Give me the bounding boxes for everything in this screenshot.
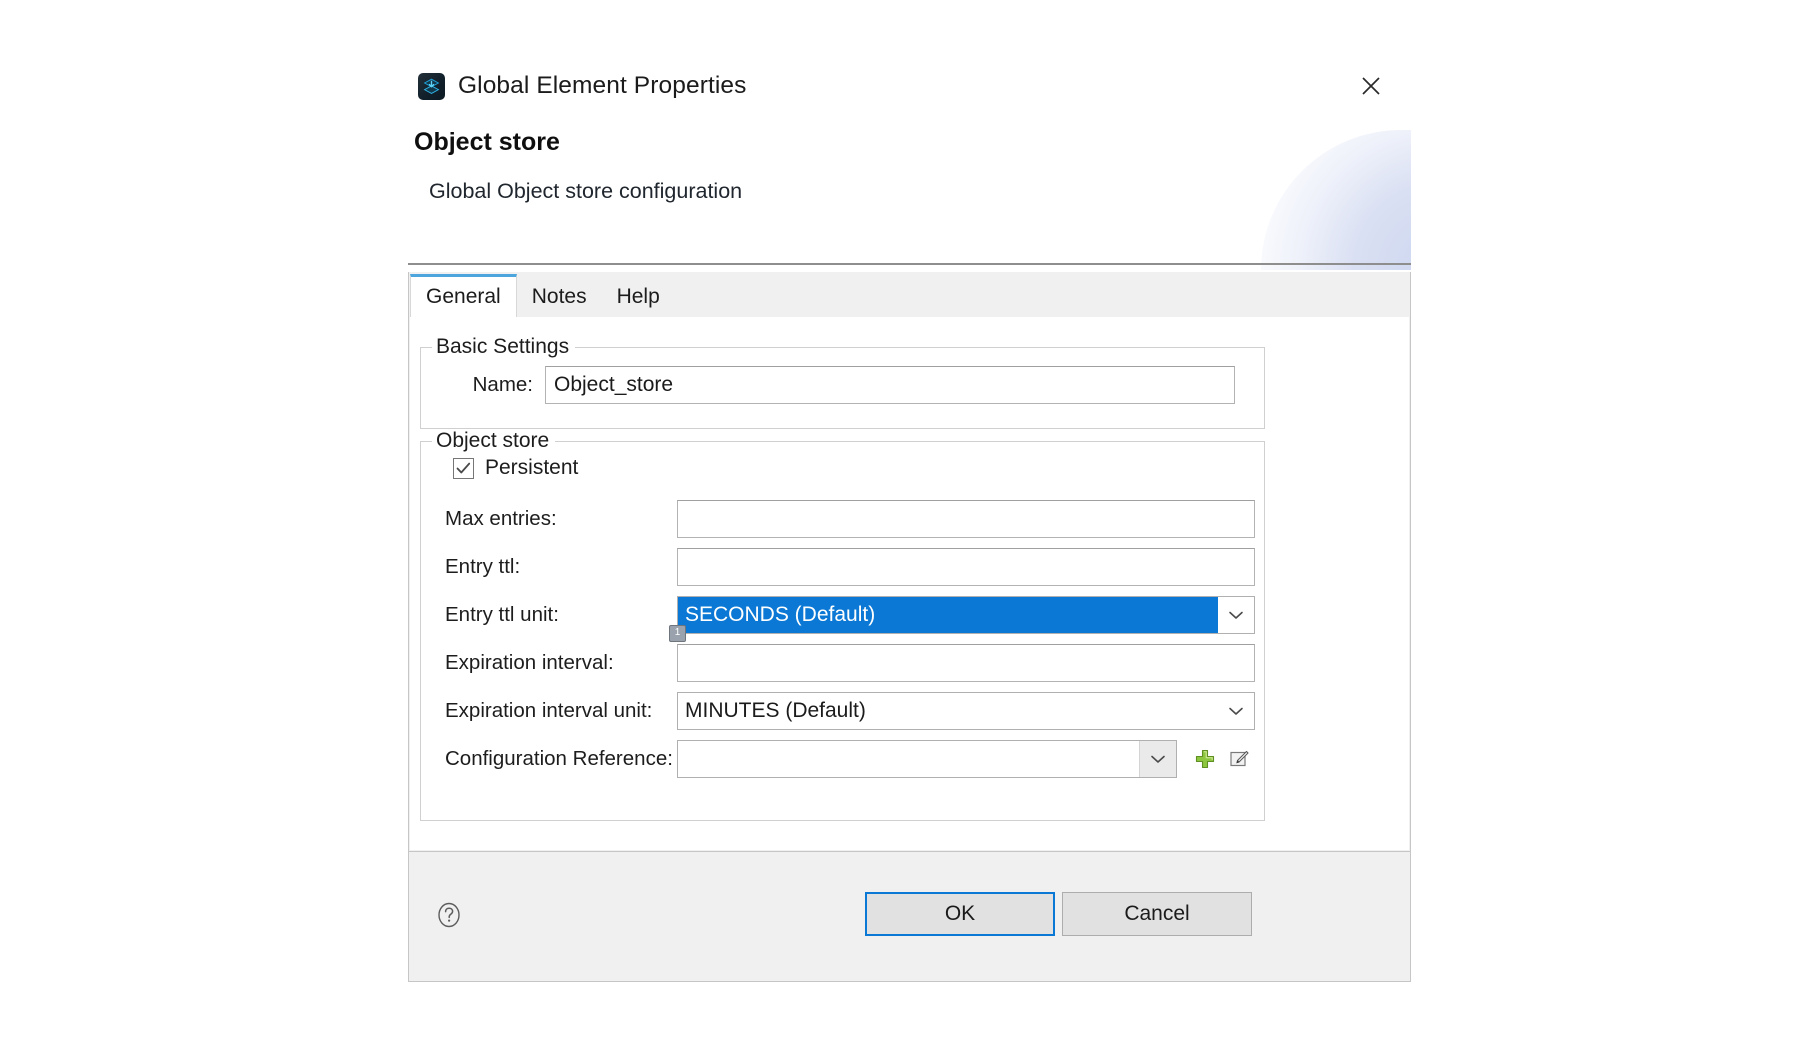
page-title: Object store: [414, 128, 560, 156]
object-store-icon: [418, 72, 445, 100]
tab-folder: General Notes Help Basic Settings Name: …: [408, 272, 1411, 852]
basic-settings-group-title: Basic Settings: [432, 335, 576, 359]
expiration-interval-unit-value: MINUTES (Default): [685, 699, 866, 722]
dialog-header: Global Element Properties Object store G…: [408, 0, 1411, 272]
persistent-label: Persistent: [485, 456, 579, 479]
entry-ttl-row: Entry ttl:: [445, 548, 1255, 586]
entry-ttl-unit-value: SECONDS (Default): [678, 597, 1218, 633]
entry-ttl-label: Entry ttl:: [445, 555, 521, 578]
name-label: Name:: [472, 373, 533, 396]
persistent-checkbox[interactable]: [453, 457, 474, 479]
page-subtitle: Global Object store configuration: [429, 179, 743, 203]
header-divider: [408, 263, 1411, 265]
configuration-reference-row: Configuration Reference:: [445, 740, 1253, 778]
expiration-interval-unit-row: Expiration interval unit: MINUTES (Defau…: [445, 692, 1255, 730]
expiration-interval-row: Expiration interval:: [445, 644, 1255, 682]
entry-ttl-unit-combo[interactable]: SECONDS (Default) 1: [669, 596, 1255, 642]
object-store-group-title: Object store: [432, 429, 556, 453]
entry-ttl-unit-row: Entry ttl unit: SECONDS (Default) 1: [445, 596, 1255, 642]
object-store-group: Object store Persistent Max entries: Ent…: [420, 429, 1265, 821]
expiration-interval-input[interactable]: [677, 644, 1255, 682]
plus-icon[interactable]: [1191, 745, 1219, 773]
chevron-down-icon[interactable]: [1218, 693, 1254, 729]
edit-icon[interactable]: [1225, 745, 1253, 773]
entry-ttl-unit-decorator-badge: 1: [669, 625, 686, 642]
tab-bar: General Notes Help: [409, 272, 1410, 317]
max-entries-label: Max entries:: [445, 507, 557, 530]
chevron-down-icon[interactable]: [1139, 741, 1176, 777]
basic-settings-group: Basic Settings Name:: [420, 335, 1265, 429]
name-row: Name:: [421, 366, 1264, 404]
ok-button[interactable]: OK: [865, 892, 1055, 936]
expiration-interval-label: Expiration interval:: [445, 651, 614, 674]
dialog-title-row: Global Element Properties: [418, 72, 746, 100]
dialog-title: Global Element Properties: [458, 72, 747, 99]
tab-notes[interactable]: Notes: [517, 274, 602, 317]
expiration-interval-unit-label: Expiration interval unit:: [445, 699, 653, 722]
tab-help[interactable]: Help: [602, 274, 675, 317]
dialog-button-bar: OK Cancel: [408, 852, 1411, 982]
tab-panel-general: Basic Settings Name: Object store Persi: [410, 317, 1409, 850]
configuration-reference-value: [678, 741, 1139, 777]
global-element-properties-dialog: Global Element Properties Object store G…: [408, 0, 1411, 982]
max-entries-input[interactable]: [677, 500, 1255, 538]
tab-general[interactable]: General: [410, 274, 517, 317]
max-entries-row: Max entries:: [445, 500, 1255, 538]
close-icon[interactable]: [1353, 68, 1389, 104]
configuration-reference-combo[interactable]: [677, 740, 1177, 778]
expiration-interval-unit-combo[interactable]: MINUTES (Default): [677, 692, 1255, 730]
persistent-checkbox-row[interactable]: Persistent: [453, 456, 578, 480]
configuration-reference-label: Configuration Reference:: [445, 747, 673, 770]
cancel-button[interactable]: Cancel: [1062, 892, 1252, 936]
entry-ttl-input[interactable]: [677, 548, 1255, 586]
entry-ttl-unit-label: Entry ttl unit:: [445, 603, 559, 626]
chevron-down-icon[interactable]: [1218, 597, 1254, 633]
header-decoration: [1261, 130, 1411, 270]
help-icon[interactable]: [434, 900, 464, 930]
name-input[interactable]: [545, 366, 1235, 404]
